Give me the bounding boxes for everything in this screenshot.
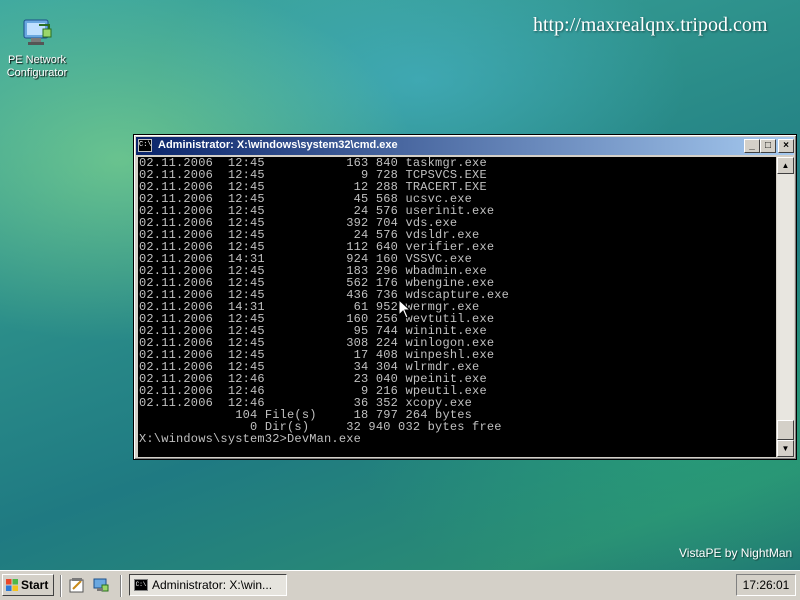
start-button[interactable]: Start bbox=[2, 574, 54, 596]
minimize-button[interactable]: _ bbox=[744, 139, 760, 153]
scroll-up-arrow-icon[interactable]: ▲ bbox=[777, 157, 794, 174]
console-lines: 02.11.2006 12:45 163 840 taskmgr.exe 02.… bbox=[139, 157, 510, 434]
cmd-icon: C:\ bbox=[134, 579, 148, 591]
brand-text: VistaPE by NightMan bbox=[679, 546, 793, 560]
network-configurator-icon bbox=[21, 16, 53, 48]
vertical-scrollbar[interactable]: ▲ ▼ bbox=[777, 157, 794, 457]
cmd-window[interactable]: C:\ Administrator: X:\windows\system32\c… bbox=[133, 134, 797, 460]
taskbar-separator bbox=[60, 575, 62, 597]
quicklaunch-network-icon[interactable] bbox=[93, 577, 109, 593]
command-prompt[interactable]: X:\windows\system32>DevMan.exe bbox=[138, 433, 776, 445]
start-label: Start bbox=[21, 578, 49, 592]
taskbar-task-cmd[interactable]: C:\ Administrator: X:\win... bbox=[129, 574, 287, 596]
window-title: Administrator: X:\windows\system32\cmd.e… bbox=[158, 139, 398, 151]
mouse-cursor-icon bbox=[398, 299, 412, 319]
task-label: Administrator: X:\win... bbox=[152, 578, 273, 592]
scroll-thumb[interactable] bbox=[777, 420, 794, 440]
cmd-icon: C:\ bbox=[138, 139, 152, 152]
watermark-url: http://maxrealqnx.tripod.com bbox=[533, 14, 768, 36]
window-titlebar[interactable]: C:\ Administrator: X:\windows\system32\c… bbox=[136, 137, 794, 155]
taskbar: Start C:\ Administrator: X:\win... 17:26… bbox=[0, 570, 800, 600]
clock[interactable]: 17:26:01 bbox=[736, 574, 796, 596]
windows-flag-icon bbox=[6, 579, 18, 591]
desktop-icon-label: PE Network Configurator bbox=[6, 54, 68, 79]
taskbar-separator bbox=[120, 575, 122, 597]
quicklaunch-app-icon[interactable] bbox=[69, 577, 85, 593]
scroll-down-arrow-icon[interactable]: ▼ bbox=[777, 440, 794, 457]
maximize-button[interactable]: □ bbox=[760, 139, 776, 153]
desktop-icon-pe-network-configurator[interactable]: PE Network Configurator bbox=[4, 16, 70, 80]
console-output[interactable]: 02.11.2006 12:45 163 840 taskmgr.exe 02.… bbox=[138, 157, 776, 457]
close-button[interactable]: × bbox=[778, 139, 794, 153]
